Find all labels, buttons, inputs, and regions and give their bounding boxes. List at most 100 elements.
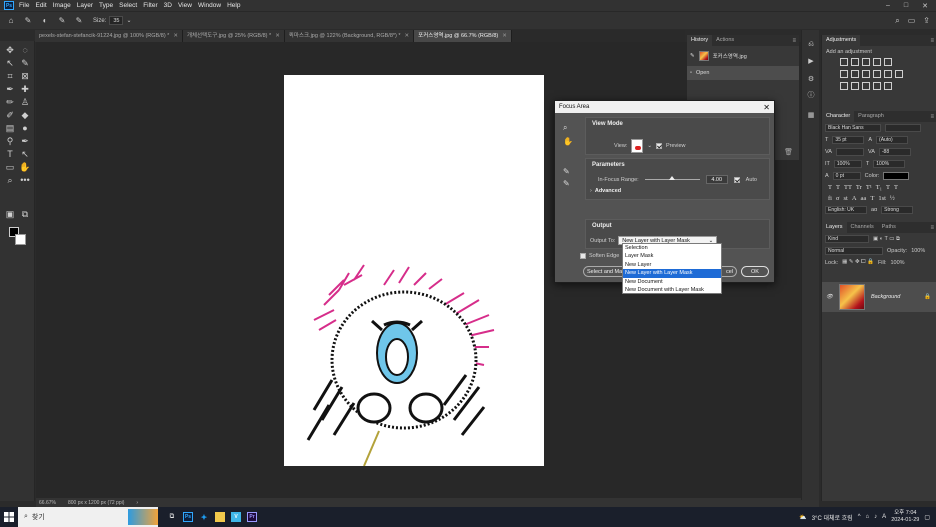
layer-background[interactable]: 👁 Background 🔒	[822, 282, 936, 312]
horizontal-scale-field[interactable]: 100%	[873, 160, 906, 168]
add-to-selection-icon[interactable]: ✎	[56, 15, 68, 27]
pen-tool-icon[interactable]: ✒	[18, 135, 32, 147]
path-selection-tool-icon[interactable]: ↖	[18, 148, 32, 160]
all-caps-button[interactable]: TT	[844, 184, 852, 191]
history-brush-source-icon[interactable]: ✎	[690, 53, 695, 59]
swatches-icon[interactable]: ▦	[806, 110, 816, 119]
layer-name[interactable]: Background	[871, 294, 900, 300]
tab-layers[interactable]: Layers	[822, 222, 847, 233]
invert-icon[interactable]	[840, 82, 848, 90]
vibrance-icon[interactable]	[884, 58, 892, 66]
language-select[interactable]: English: UK	[825, 206, 867, 214]
taskbar-search-box[interactable]: ⌕ 찾기	[18, 507, 158, 527]
tab-character[interactable]: Character	[822, 111, 855, 122]
history-brush-tool-icon[interactable]: ✐	[3, 109, 17, 121]
blur-tool-icon[interactable]: ●	[18, 122, 32, 134]
hand-tool-icon[interactable]: ✋	[563, 137, 573, 146]
faux-bold-button[interactable]: T	[828, 184, 832, 191]
photo-filter-icon[interactable]	[873, 70, 881, 78]
gradient-map-icon[interactable]	[884, 82, 892, 90]
menu-image[interactable]: Image	[53, 2, 71, 9]
close-window-button[interactable]: ✕	[922, 2, 928, 10]
menu-select[interactable]: Select	[119, 2, 137, 9]
menu-window[interactable]: Window	[198, 2, 221, 9]
tab-adjustments[interactable]: Adjustments	[822, 35, 861, 46]
tray-chevron-icon[interactable]: ^	[858, 514, 861, 520]
quick-selection-tool-preset-icon[interactable]: ✎	[22, 15, 34, 27]
taskbar-vectorizer[interactable]: V	[228, 507, 244, 527]
history-snapshot[interactable]: ✎ 포커스영역.jpg	[687, 46, 799, 66]
eraser-tool-icon[interactable]: ◆	[18, 109, 32, 121]
panel-menu-icon[interactable]: ≡	[930, 225, 934, 231]
visibility-eye-icon[interactable]: 👁	[826, 294, 833, 300]
discretionary-ligatures-button[interactable]: st	[844, 195, 848, 202]
healing-brush-tool-icon[interactable]: ✚	[18, 83, 32, 95]
share-icon[interactable]: ⇪	[923, 16, 930, 26]
hue-saturation-icon[interactable]	[840, 70, 848, 78]
task-view-icon[interactable]: ⧉	[164, 507, 180, 527]
panel-menu-icon[interactable]: ≡	[792, 38, 796, 44]
small-caps-button[interactable]: Tr	[856, 184, 862, 191]
panel-menu-icon[interactable]: ≡	[930, 114, 934, 120]
home-icon[interactable]: ⌂	[5, 15, 17, 27]
disclosure-chevron-icon[interactable]: ›	[590, 188, 592, 194]
network-icon[interactable]: ⌂	[866, 514, 870, 520]
color-lookup-icon[interactable]	[895, 70, 903, 78]
properties-icon[interactable]: ⚙	[806, 74, 816, 83]
close-icon[interactable]: ✕	[405, 30, 410, 42]
close-icon[interactable]: ✕	[275, 30, 280, 42]
new-selection-icon[interactable]: ◐	[39, 15, 51, 27]
menu-type[interactable]: Type	[99, 2, 113, 9]
artboard-tool-icon[interactable]: ◌	[18, 44, 32, 56]
frame-tool-icon[interactable]: ⊠	[18, 70, 32, 82]
ok-button[interactable]: OK	[741, 266, 769, 277]
zoom-tool-icon[interactable]: ⌕	[3, 174, 17, 186]
taskbar-premiere[interactable]: Pr	[244, 507, 260, 527]
option-new-layer-with-layer-mask[interactable]: New Layer with Layer Mask	[623, 269, 721, 278]
tab-channels[interactable]: Channels	[847, 222, 878, 233]
search-icon[interactable]: ⌕	[895, 16, 899, 26]
zoom-level[interactable]: 66.67%	[39, 500, 56, 506]
history-item-open[interactable]: ▫ Open	[687, 66, 799, 80]
exposure-icon[interactable]	[873, 58, 881, 66]
focus-area-add-tool-icon[interactable]: ✎	[563, 167, 570, 176]
subscript-button[interactable]: T₁	[876, 184, 882, 191]
taskbar-twitter[interactable]: ✦	[196, 507, 212, 527]
swash-button[interactable]: A	[852, 195, 857, 202]
font-size-field[interactable]: 35 pt	[832, 136, 865, 144]
menu-edit[interactable]: Edit	[35, 2, 46, 9]
baseline-field[interactable]: 0 pt	[832, 172, 861, 180]
background-color-swatch[interactable]	[15, 234, 26, 245]
lock-icons[interactable]: ▦ ✎ ✥ ⧠ 🔒	[842, 259, 874, 266]
black-white-icon[interactable]	[862, 70, 870, 78]
vertical-scale-field[interactable]: 100%	[833, 160, 862, 168]
levels-icon[interactable]	[851, 58, 859, 66]
windows-start-icon[interactable]	[0, 507, 18, 527]
history-panel-icon[interactable]: ⎌	[806, 40, 816, 49]
option-layer-mask[interactable]: Layer Mask	[623, 252, 721, 260]
trash-icon[interactable]: 🗑	[784, 148, 793, 156]
fill-value[interactable]: 100%	[891, 260, 905, 266]
tab-document-1[interactable]: pexels-stefan-stefancik-91224.jpg @ 100%…	[35, 30, 183, 42]
taskbar-file-explorer[interactable]	[212, 507, 228, 527]
weather-icon[interactable]: ⛅	[799, 514, 806, 521]
view-dropdown-icon[interactable]: ⌄	[647, 143, 652, 149]
blend-mode-select[interactable]: Normal	[825, 247, 883, 255]
opacity-value[interactable]: 100%	[911, 248, 925, 254]
underline-button[interactable]: T	[886, 184, 890, 191]
volume-icon[interactable]: ♪	[874, 514, 877, 520]
workspace-icon[interactable]: ▭	[908, 16, 916, 26]
tab-actions[interactable]: Actions	[712, 35, 738, 46]
close-icon[interactable]: ✕	[173, 30, 178, 42]
quick-selection-tool-icon[interactable]: ✎	[18, 57, 32, 69]
move-tool-icon[interactable]: ✥	[3, 44, 17, 56]
taskbar-photoshop[interactable]: Ps	[180, 507, 196, 527]
lasso-tool-icon[interactable]: ↖	[3, 57, 17, 69]
tab-paragraph[interactable]: Paragraph	[854, 111, 888, 122]
superscript-button[interactable]: T¹	[866, 184, 872, 191]
titling-alternates-button[interactable]: T	[870, 195, 874, 202]
option-new-layer[interactable]: New Layer	[623, 261, 721, 269]
info-icon[interactable]: ⓘ	[806, 90, 816, 99]
strikethrough-button[interactable]: T	[894, 184, 898, 191]
layer-kind-filter[interactable]: Kind	[825, 235, 869, 243]
